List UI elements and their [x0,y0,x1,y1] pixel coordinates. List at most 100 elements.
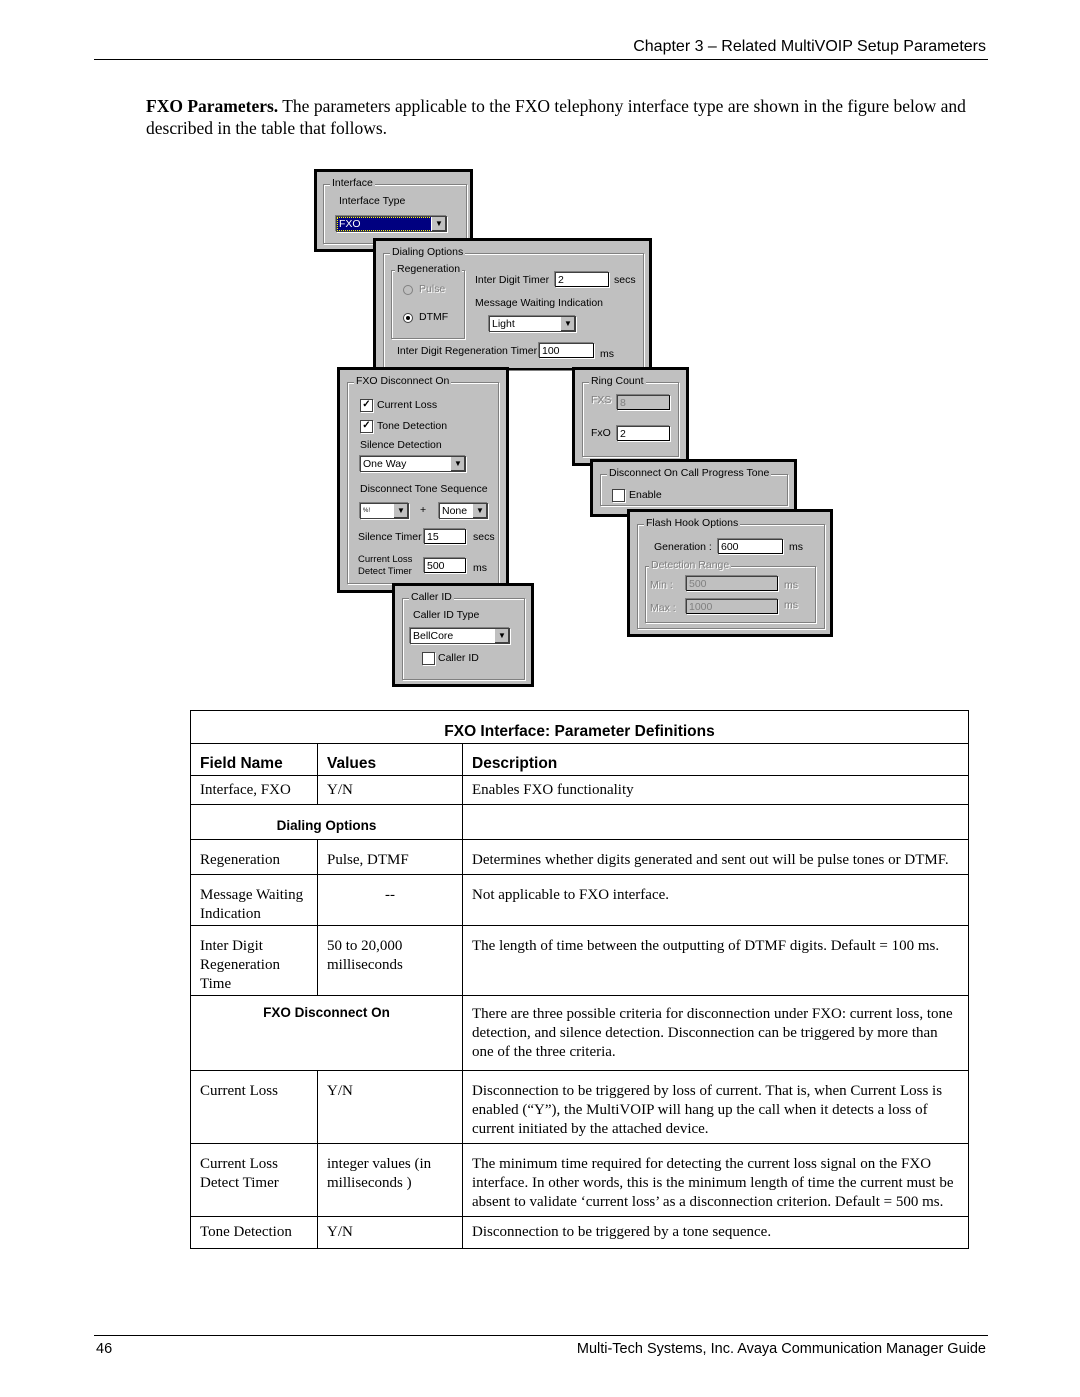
dtmf-radio[interactable] [403,313,413,323]
chevron-down-icon[interactable]: ▼ [560,317,575,331]
description-cell: The length of time between the outputtin… [462,925,969,996]
fxo-disconnect-title: FXO Disconnect On [354,375,452,387]
column-header: Description [462,743,969,776]
generation-label: Generation : [654,541,712,553]
chevron-down-icon[interactable]: ▼ [393,504,408,518]
detection-range-group: Detection Range [645,559,816,623]
field-cell: Regeneration [190,839,318,875]
enable-label: Enable [629,489,662,501]
field-cell: Current Loss [190,1070,318,1144]
description-cell [462,804,969,840]
silence-timer-label: Silence Timer [358,531,422,543]
tone-sequence-2-select[interactable]: None ▼ [439,503,488,519]
section-label: Dialing Options [190,804,463,840]
page-number: 46 [96,1341,113,1357]
description-cell: Not applicable to FXO interface. [462,874,969,926]
description-cell: The minimum time required for detecting … [462,1143,969,1217]
pulse-radio[interactable] [403,285,413,295]
field-cell: Current Loss Detect Timer [190,1143,318,1217]
fxs-label: FXS [591,394,612,406]
values-cell: -- [317,874,463,926]
description-cell: Disconnection to be triggered by a tone … [462,1216,969,1249]
chevron-down-icon[interactable]: ▼ [450,457,465,471]
current-loss-label: Current Loss [377,399,438,411]
intro-lead: FXO Parameters. [146,96,279,116]
plus-label: + [420,504,427,516]
regen-timer-input[interactable]: 100 [539,343,594,358]
tone-detection-checkbox[interactable]: ✓ [360,420,373,433]
values-cell: Y/N [317,1070,463,1144]
values-cell: Pulse, DTMF [317,839,463,875]
inter-digit-timer-label: Inter Digit Timer [475,274,550,286]
cl-timer-unit: ms [473,562,487,574]
current-loss-checkbox[interactable]: ✓ [360,399,373,412]
chevron-down-icon[interactable]: ▼ [472,504,487,518]
table-row: Current Loss Y/N Disconnection to be tri… [190,1070,969,1144]
section-row: FXO Disconnect On There are three possib… [190,995,969,1071]
interface-type-label: Interface Type [339,195,406,207]
fxo-ring-label: FxO [591,427,611,439]
caller-id-type-value: BellCore [413,630,454,642]
description-cell: Determines whether digits generated and … [462,839,969,875]
description-cell: There are three possible criteria for di… [462,995,969,1071]
interface-type-select[interactable]: FXO ▼ [336,216,447,232]
regeneration-group: Regeneration [391,263,465,339]
column-header: Values [317,743,463,776]
call-progress-title: Disconnect On Call Progress Tone [607,467,772,479]
table-row: Tone Detection Y/N Disconnection to be t… [190,1216,969,1249]
table-title-row: FXO Interface: Parameter Definitions [190,710,969,744]
dialing-options-title: Dialing Options [390,246,466,258]
generation-input[interactable]: 600 [718,539,783,554]
cl-timer-input[interactable]: 500 [424,558,466,573]
table-row: Regeneration Pulse, DTMF Determines whet… [190,839,969,875]
caller-id-checkbox[interactable] [422,652,435,665]
section-label: FXO Disconnect On [190,995,463,1071]
cl-timer-label-1: Current Loss [358,554,413,565]
tone-sequence-1-select[interactable]: %! ▼ [360,503,409,519]
caller-id-title: Caller ID [409,591,454,603]
interface-type-value: FXO [339,218,361,230]
silence-detection-select[interactable]: One Way ▼ [360,456,466,472]
enable-checkbox[interactable] [612,489,625,502]
max-unit: ms [784,599,798,611]
ring-count-title: Ring Count [589,375,646,387]
cl-timer-label-2: Detect Timer [358,566,412,577]
values-cell: 50 to 20,000 milliseconds [317,925,463,996]
table-title: FXO Interface: Parameter Definitions [190,710,969,744]
chapter-title: Chapter 3 – Related MultiVOIP Setup Para… [633,38,986,55]
interface-group-title: Interface [330,177,375,189]
caller-id-type-select[interactable]: BellCore ▼ [410,628,510,644]
book-title: Multi-Tech Systems, Inc. Avaya Communica… [576,1341,986,1357]
tone-detection-label: Tone Detection [377,420,448,432]
chevron-down-icon[interactable]: ▼ [431,217,446,231]
tone-sequence-label: Disconnect Tone Sequence [360,483,488,495]
inter-digit-timer-input[interactable]: 2 [555,272,609,287]
fxo-disconnect-panel: FXO Disconnect On ✓ Current Loss ✓ Tone … [337,367,509,593]
silence-timer-unit: secs [473,531,495,543]
max-input[interactable]: 1000 [686,599,778,614]
silence-detection-value: One Way [363,458,407,470]
generation-unit: ms [789,541,803,553]
silence-detection-label: Silence Detection [360,439,442,451]
regeneration-title: Regeneration [395,263,463,275]
flash-hook-title: Flash Hook Options [644,517,741,529]
fxo-ring-input[interactable]: 2 [617,426,670,441]
silence-timer-input[interactable]: 15 [424,529,466,544]
mwi-select[interactable]: Light ▼ [489,316,576,332]
table-header-row: Field Name Values Description [190,743,969,776]
chevron-down-icon[interactable]: ▼ [494,629,509,643]
max-label: Max : [650,602,676,614]
field-cell: Inter Digit Regeneration Time [190,925,318,996]
caller-id-checkbox-label: Caller ID [438,652,479,664]
intro-paragraph: FXO Parameters. The parameters applicabl… [146,95,976,139]
inter-digit-timer-unit: secs [614,274,636,286]
table-row: Current Loss Detect Timer integer values… [190,1143,969,1217]
table-row: Inter Digit Regeneration Time 50 to 20,0… [190,925,969,996]
mwi-value: Light [492,318,515,330]
field-cell: Tone Detection [190,1216,318,1249]
min-input[interactable]: 500 [686,576,778,591]
min-label: Min : [650,579,673,591]
dialing-options-panel: Dialing Options Regeneration Pulse DTMF … [373,238,652,371]
regen-timer-label: Inter Digit Regeneration Timer [397,345,538,357]
fxs-input[interactable]: 8 [617,395,670,410]
